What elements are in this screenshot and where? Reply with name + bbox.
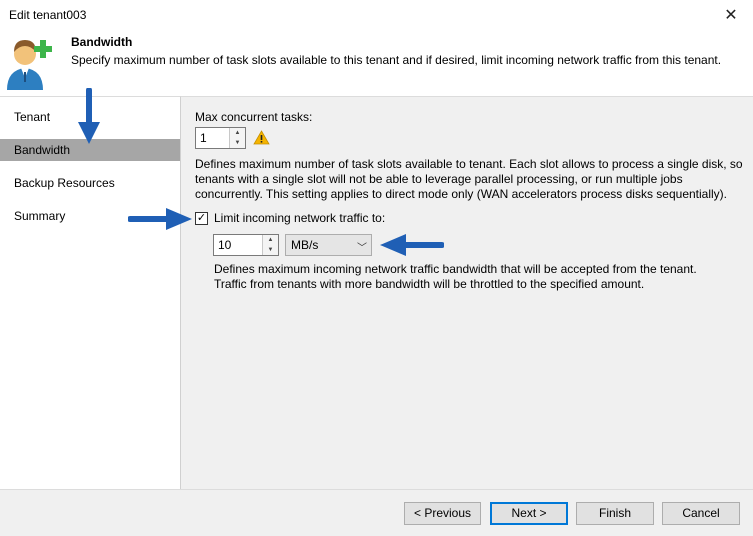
wizard-steps-sidebar: Tenant Bandwidth Backup Resources Summar… [0, 96, 180, 490]
close-icon: ✕ [724, 7, 738, 24]
sidebar-item-label: Backup Resources [14, 176, 115, 190]
decrement-button[interactable]: ▼ [230, 138, 245, 148]
description-line: tenants with a single slot will not be a… [195, 172, 683, 186]
bandwidth-panel: Max concurrent tasks: 1 ▲ ▼ Defines maxi… [180, 96, 753, 489]
selected-unit: MB/s [291, 238, 319, 252]
tenant-add-icon [7, 40, 52, 90]
stepper-buttons: ▲ ▼ [229, 128, 245, 148]
limit-traffic-checkbox[interactable]: ✓ [195, 212, 208, 225]
title-bar: Edit tenant003 ✕ [0, 0, 753, 30]
wizard-header: Bandwidth Specify maximum number of task… [0, 30, 753, 96]
traffic-limit-stepper[interactable]: 10 ▲ ▼ [213, 234, 279, 256]
previous-button[interactable]: < Previous [404, 502, 481, 525]
traffic-unit-dropdown[interactable]: MB/s ﹀ [285, 234, 372, 256]
close-button[interactable]: ✕ [709, 0, 753, 30]
arrow-down-icon [78, 88, 100, 144]
traffic-limit-description: Defines maximum incoming network traffic… [214, 262, 697, 292]
checkmark-icon: ✓ [196, 212, 207, 224]
description-line: Traffic from tenants with more bandwidth… [214, 277, 645, 291]
arrow-left-icon [380, 234, 444, 256]
sidebar-item-label: Summary [14, 209, 66, 223]
sidebar-item-backup-resources[interactable]: Backup Resources [0, 172, 180, 194]
description-line: concurrently. This setting applies to di… [195, 187, 728, 201]
stepper-buttons: ▲ ▼ [262, 235, 278, 255]
cancel-button[interactable]: Cancel [662, 502, 740, 525]
page-description: Specify maximum number of task slots ava… [71, 53, 722, 67]
limit-traffic-label[interactable]: Limit incoming network traffic to: [214, 211, 385, 225]
next-button[interactable]: Next > [490, 502, 568, 525]
max-tasks-stepper[interactable]: 1 ▲ ▼ [195, 127, 246, 149]
sidebar-item-label: Bandwidth [14, 143, 71, 157]
description-line: Defines maximum incoming network traffic… [214, 262, 697, 276]
sidebar-item-label: Tenant [14, 110, 51, 124]
description-line: Defines maximum number of task slots ava… [195, 157, 743, 171]
max-tasks-value: 1 [200, 131, 207, 145]
max-tasks-description: Defines maximum number of task slots ava… [195, 157, 743, 202]
wizard-footer: < Previous Next > Finish Cancel [0, 489, 753, 536]
page-title: Bandwidth [71, 35, 133, 49]
arrow-right-icon [128, 208, 192, 230]
window-title: Edit tenant003 [9, 8, 87, 22]
max-tasks-label: Max concurrent tasks: [195, 110, 313, 124]
finish-button[interactable]: Finish [576, 502, 654, 525]
chevron-down-icon: ﹀ [357, 243, 367, 254]
warning-icon [253, 130, 270, 145]
traffic-limit-value: 10 [218, 238, 232, 252]
decrement-button[interactable]: ▼ [263, 245, 278, 255]
